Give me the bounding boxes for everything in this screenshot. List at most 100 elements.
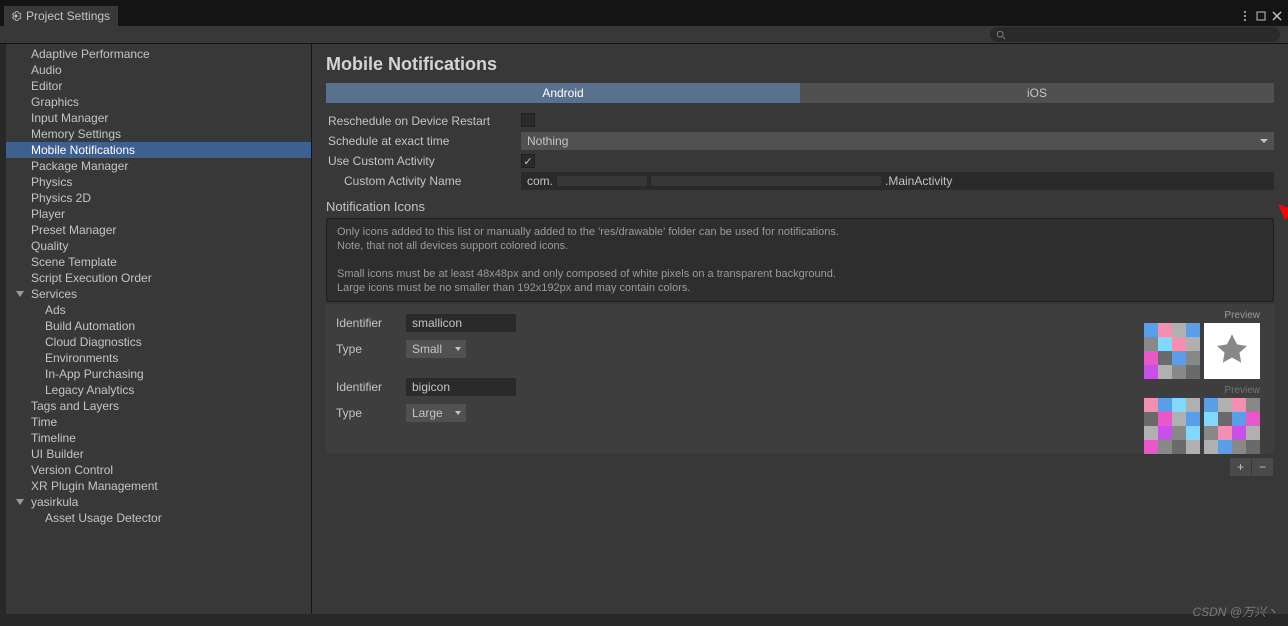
- sidebar-item-asset-usage-detector[interactable]: Asset Usage Detector: [6, 510, 311, 526]
- sidebar-item-xr-plugin-management[interactable]: XR Plugin Management: [6, 478, 311, 494]
- notification-icons-info: Only icons added to this list or manuall…: [326, 218, 1274, 302]
- sidebar-item-physics[interactable]: Physics: [6, 174, 311, 190]
- sidebar-item-cloud-diagnostics[interactable]: Cloud Diagnostics: [6, 334, 311, 350]
- sidebar-item-script-execution-order[interactable]: Script Execution Order: [6, 270, 311, 286]
- search-icon: [996, 30, 1006, 40]
- sidebar-item-adaptive-performance[interactable]: Adaptive Performance: [6, 46, 311, 62]
- sidebar-item-label: Cloud Diagnostics: [45, 335, 142, 349]
- sidebar-item-audio[interactable]: Audio: [6, 62, 311, 78]
- search-row: [0, 26, 1288, 44]
- sidebar-item-label: Input Manager: [31, 111, 108, 125]
- sidebar-item-label: Physics 2D: [31, 191, 91, 205]
- use-custom-activity-label: Use Custom Activity: [326, 154, 521, 168]
- sidebar-item-label: UI Builder: [31, 447, 84, 461]
- custom-activity-name-label: Custom Activity Name: [326, 174, 521, 188]
- foldout-icon[interactable]: [16, 288, 24, 302]
- sidebar-item-label: Environments: [45, 351, 118, 365]
- sidebar-item-legacy-analytics[interactable]: Legacy Analytics: [6, 382, 311, 398]
- type-label: Type: [336, 406, 396, 420]
- icon-preview-block: Preview Preview: [1144, 310, 1264, 460]
- sidebar-item-label: Ads: [45, 303, 66, 317]
- preview-thumb-white: [1204, 323, 1260, 379]
- maximize-button[interactable]: [1254, 9, 1268, 23]
- tab-bar: Project Settings: [0, 6, 1288, 26]
- sidebar-item-label: Version Control: [31, 463, 113, 477]
- sidebar-item-package-manager[interactable]: Package Manager: [6, 158, 311, 174]
- sidebar-item-label: Asset Usage Detector: [45, 511, 162, 525]
- sidebar-item-label: XR Plugin Management: [31, 479, 158, 493]
- sidebar-item-services[interactable]: Services: [6, 286, 311, 302]
- sidebar-item-label: Graphics: [31, 95, 79, 109]
- sidebar-item-label: Tags and Layers: [31, 399, 119, 413]
- sidebar-item-version-control[interactable]: Version Control: [6, 462, 311, 478]
- sidebar-item-scene-template[interactable]: Scene Template: [6, 254, 311, 270]
- sidebar-item-build-automation[interactable]: Build Automation: [6, 318, 311, 334]
- sidebar-item-label: Services: [31, 287, 77, 301]
- watermark: CSDN @万兴丶: [1192, 603, 1278, 620]
- sidebar-item-player[interactable]: Player: [6, 206, 311, 222]
- sidebar-item-label: Mobile Notifications: [31, 143, 135, 157]
- sidebar-item-label: Physics: [31, 175, 72, 189]
- foldout-icon[interactable]: [16, 496, 24, 510]
- settings-content: Mobile Notifications Android iOS Resched…: [312, 44, 1288, 614]
- preview-thumb: [1204, 398, 1260, 454]
- sidebar-item-mobile-notifications[interactable]: Mobile Notifications: [6, 142, 311, 158]
- sidebar-item-timeline[interactable]: Timeline: [6, 430, 311, 446]
- sidebar-item-label: Build Automation: [45, 319, 135, 333]
- sidebar-item-label: Script Execution Order: [31, 271, 152, 285]
- search-input[interactable]: [990, 27, 1280, 42]
- remove-icon-button[interactable]: −: [1252, 458, 1274, 476]
- sidebar-item-physics-2d[interactable]: Physics 2D: [6, 190, 311, 206]
- sidebar-item-ads[interactable]: Ads: [6, 302, 311, 318]
- sidebar-item-label: Legacy Analytics: [45, 383, 134, 397]
- reschedule-checkbox[interactable]: [521, 113, 535, 127]
- more-button[interactable]: [1238, 9, 1252, 23]
- type-label: Type: [336, 342, 396, 356]
- project-settings-tab[interactable]: Project Settings: [4, 6, 118, 26]
- sidebar-item-in-app-purchasing[interactable]: In-App Purchasing: [6, 366, 311, 382]
- sidebar-item-environments[interactable]: Environments: [6, 350, 311, 366]
- tab-title: Project Settings: [26, 9, 110, 23]
- identifier-label: Identifier: [336, 316, 396, 330]
- notification-icons-title: Notification Icons: [326, 199, 1274, 214]
- sidebar-item-label: In-App Purchasing: [45, 367, 144, 381]
- tab-android[interactable]: Android: [326, 83, 800, 103]
- sidebar-item-input-manager[interactable]: Input Manager: [6, 110, 311, 126]
- sidebar-item-memory-settings[interactable]: Memory Settings: [6, 126, 311, 142]
- custom-activity-name-input[interactable]: com. .MainActivity: [521, 172, 1274, 190]
- sidebar-item-label: Player: [31, 207, 65, 221]
- sidebar-item-yasirkula[interactable]: yasirkula: [6, 494, 311, 510]
- type-dropdown-1[interactable]: Large: [406, 404, 466, 422]
- identifier-input-0[interactable]: [406, 314, 516, 332]
- sidebar-item-time[interactable]: Time: [6, 414, 311, 430]
- reschedule-label: Reschedule on Device Restart: [326, 114, 521, 128]
- sidebar-item-label: Editor: [31, 79, 62, 93]
- sidebar-item-graphics[interactable]: Graphics: [6, 94, 311, 110]
- sidebar-item-label: Timeline: [31, 431, 76, 445]
- sidebar-item-preset-manager[interactable]: Preset Manager: [6, 222, 311, 238]
- sidebar-item-label: Time: [31, 415, 57, 429]
- settings-sidebar: Adaptive Performance Audio Editor Graphics I…: [6, 44, 312, 614]
- tab-ios[interactable]: iOS: [800, 83, 1274, 103]
- gear-icon: [10, 10, 22, 22]
- sidebar-item-quality[interactable]: Quality: [6, 238, 311, 254]
- annotation-arrow: [1272, 204, 1288, 344]
- identifier-label: Identifier: [336, 380, 396, 394]
- sidebar-item-label: Quality: [31, 239, 68, 253]
- sidebar-item-label: yasirkula: [31, 495, 78, 509]
- sidebar-item-label: Audio: [31, 63, 62, 77]
- close-button[interactable]: [1270, 9, 1284, 23]
- schedule-exact-label: Schedule at exact time: [326, 134, 521, 148]
- redacted-text: [651, 176, 881, 186]
- sidebar-item-label: Memory Settings: [31, 127, 121, 141]
- sidebar-item-ui-builder[interactable]: UI Builder: [6, 446, 311, 462]
- sidebar-item-tags-and-layers[interactable]: Tags and Layers: [6, 398, 311, 414]
- sidebar-item-editor[interactable]: Editor: [6, 78, 311, 94]
- icons-panel: IdentifierTypeSmallIdentifierTypeLarge P…: [326, 304, 1274, 454]
- identifier-input-1[interactable]: [406, 378, 516, 396]
- type-dropdown-0[interactable]: Small: [406, 340, 466, 358]
- schedule-exact-dropdown[interactable]: Nothing: [521, 132, 1274, 150]
- use-custom-activity-checkbox[interactable]: [521, 154, 535, 168]
- sidebar-item-label: Adaptive Performance: [31, 47, 150, 61]
- add-icon-button[interactable]: +: [1230, 458, 1252, 476]
